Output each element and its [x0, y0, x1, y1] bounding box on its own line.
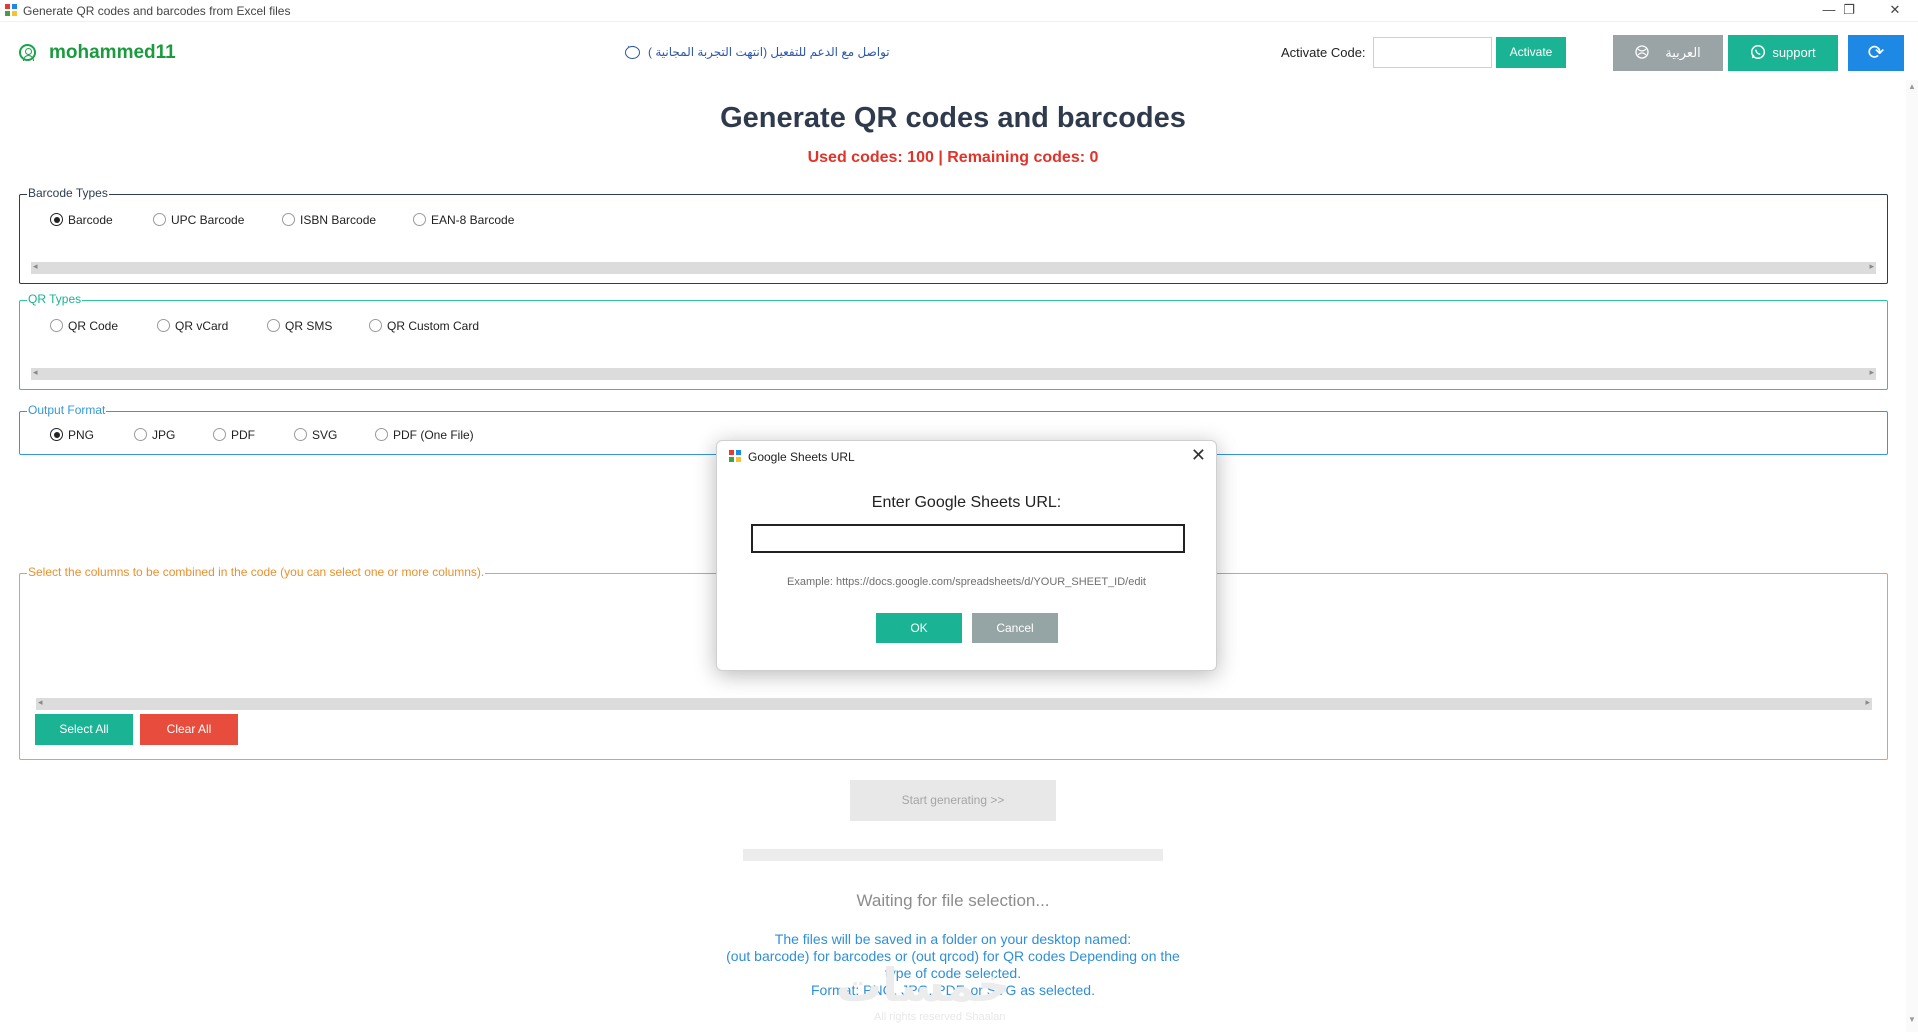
language-icon: [1635, 45, 1649, 59]
radio-qr-vcard[interactable]: QR vCard: [157, 319, 228, 333]
radio-jpg[interactable]: JPG: [134, 428, 175, 442]
scroll-right-icon[interactable]: ▸: [1869, 367, 1874, 378]
page-title: Generate QR codes and barcodes: [720, 102, 1186, 134]
radio-ean8-barcode[interactable]: EAN-8 Barcode: [413, 213, 514, 227]
activate-button[interactable]: Activate: [1496, 37, 1566, 68]
google-sheets-url-input[interactable]: [751, 524, 1185, 553]
radio-label: PDF: [231, 428, 255, 442]
radio-selected-indicator: [50, 213, 63, 226]
scroll-up-icon[interactable]: ▲: [1908, 82, 1916, 91]
dialog-close-button[interactable]: ✕: [1191, 445, 1206, 466]
radio-indicator: [282, 213, 295, 226]
radio-svg[interactable]: SVG: [294, 428, 337, 442]
app-icon: [729, 450, 741, 462]
radio-label: QR Code: [68, 319, 119, 333]
barcode-types-scrollbar[interactable]: ◂ ▸: [31, 261, 1876, 274]
scroll-left-icon[interactable]: ◂: [33, 367, 38, 378]
radio-pdf[interactable]: PDF: [213, 428, 255, 442]
columns-scrollbar[interactable]: ◂ ▸: [36, 697, 1872, 710]
radio-indicator: [134, 428, 147, 441]
start-generating-button[interactable]: Start generating >>: [850, 780, 1056, 821]
language-button[interactable]: العربية: [1613, 35, 1723, 71]
window-title: Generate QR codes and barcodes from Exce…: [23, 4, 291, 18]
watermark-logo: خمسات: [836, 959, 1011, 1011]
radio-label: QR Custom Card: [387, 319, 480, 333]
radio-pdf-one-file[interactable]: PDF (One File): [375, 428, 474, 442]
output-format-legend: Output Format: [27, 403, 107, 417]
user-icon: [19, 44, 36, 61]
barcode-types-group: Barcode Types Barcode UPC Barcode ISBN B…: [19, 186, 1888, 284]
progress-bar: [743, 849, 1163, 861]
chat-icon: [625, 41, 640, 59]
radio-isbn-barcode[interactable]: ISBN Barcode: [282, 213, 376, 227]
radio-indicator: [369, 319, 382, 332]
support-activation-message[interactable]: تواصل مع الدعم للتفعيل (انتهت التجربة ال…: [648, 45, 890, 59]
close-window-button[interactable]: ✕: [1872, 0, 1918, 22]
refresh-button[interactable]: ⟳: [1848, 35, 1904, 71]
scroll-left-icon[interactable]: ◂: [38, 697, 43, 708]
radio-qr-code[interactable]: QR Code: [50, 319, 118, 333]
qr-types-legend: QR Types: [27, 292, 83, 306]
radio-indicator: [294, 428, 307, 441]
support-button-label: support: [1772, 45, 1816, 60]
scroll-left-icon[interactable]: ◂: [33, 261, 38, 272]
radio-qr-custom-card[interactable]: QR Custom Card: [369, 319, 479, 333]
scroll-right-icon[interactable]: ▸: [1869, 261, 1874, 272]
radio-label: Barcode: [68, 213, 113, 227]
qr-types-group: QR Types QR Code QR vCard QR SMS QR Cust…: [19, 292, 1888, 390]
watermark-caption: All rights reserved Shaalan: [874, 1011, 1006, 1023]
scroll-down-icon[interactable]: ▼: [1908, 1015, 1916, 1024]
radio-label: QR SMS: [285, 319, 333, 333]
radio-label: UPC Barcode: [171, 213, 245, 227]
radio-label: PNG: [68, 428, 95, 442]
activate-code-label: Activate Code:: [1281, 45, 1366, 60]
dialog-title: Google Sheets URL: [748, 450, 855, 464]
vertical-scrollbar[interactable]: ▲ ▼: [1906, 80, 1918, 1032]
activate-code-input[interactable]: [1373, 37, 1492, 68]
radio-indicator: [375, 428, 388, 441]
whatsapp-icon: [1751, 44, 1766, 60]
window-title-bar: Generate QR codes and barcodes from Exce…: [0, 0, 1918, 22]
radio-indicator: [413, 213, 426, 226]
radio-upc-barcode[interactable]: UPC Barcode: [153, 213, 244, 227]
restore-button[interactable]: ❐: [1826, 0, 1872, 22]
radio-indicator: [267, 319, 280, 332]
radio-qr-sms[interactable]: QR SMS: [267, 319, 332, 333]
dialog-cancel-button[interactable]: Cancel: [972, 613, 1058, 643]
radio-indicator: [50, 319, 63, 332]
clear-all-button[interactable]: Clear All: [140, 714, 238, 745]
info-line: The files will be saved in a folder on y…: [774, 931, 1132, 947]
dialog-prompt: Enter Google Sheets URL:: [871, 494, 1062, 511]
radio-selected-indicator: [50, 428, 63, 441]
qr-types-scrollbar[interactable]: ◂ ▸: [31, 367, 1876, 380]
radio-label: SVG: [312, 428, 338, 442]
radio-indicator: [157, 319, 170, 332]
codes-status: Used codes: 100 | Remaining codes: 0: [807, 149, 1099, 166]
radio-indicator: [153, 213, 166, 226]
language-button-label: العربية: [1665, 45, 1701, 60]
dialog-ok-button[interactable]: OK: [876, 613, 962, 643]
radio-label: QR vCard: [175, 319, 229, 333]
columns-legend: Select the columns to be combined in the…: [27, 565, 486, 579]
select-all-button[interactable]: Select All: [35, 714, 133, 745]
app-icon: [5, 4, 17, 16]
support-button[interactable]: support: [1728, 35, 1838, 71]
radio-png[interactable]: PNG: [50, 428, 94, 442]
radio-label: EAN-8 Barcode: [431, 213, 515, 227]
radio-label: ISBN Barcode: [300, 213, 377, 227]
status-text: Waiting for file selection...: [856, 891, 1050, 910]
refresh-icon: ⟳: [1867, 42, 1885, 64]
radio-barcode[interactable]: Barcode: [50, 213, 113, 227]
dialog-example-text: Example: https://docs.google.com/spreads…: [787, 576, 1146, 588]
radio-indicator: [213, 428, 226, 441]
scroll-right-icon[interactable]: ▸: [1865, 697, 1870, 708]
radio-label: PDF (One File): [393, 428, 474, 442]
barcode-types-legend: Barcode Types: [27, 186, 109, 200]
radio-label: JPG: [152, 428, 176, 442]
google-sheets-url-dialog: Google Sheets URL ✕ Enter Google Sheets …: [716, 440, 1217, 671]
username: mohammed11: [49, 42, 176, 63]
